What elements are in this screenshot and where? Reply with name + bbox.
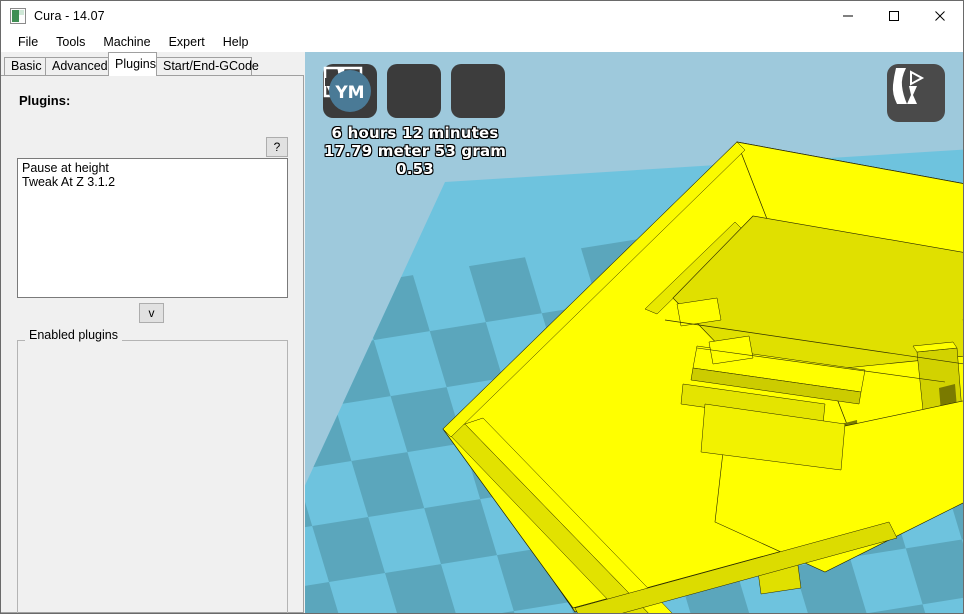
menu-bar: File Tools Machine Expert Help bbox=[1, 31, 963, 52]
minimize-icon bbox=[843, 15, 853, 17]
help-button[interactable]: ? bbox=[266, 137, 288, 157]
settings-tab-strip: Basic Advanced Plugins Start/End-GCode bbox=[1, 52, 304, 76]
stat-material: 17.79 meter 53 gram bbox=[323, 142, 507, 160]
menu-item-tools[interactable]: Tools bbox=[47, 33, 94, 51]
youmagine-button[interactable]: YM bbox=[329, 64, 505, 118]
window-controls bbox=[825, 1, 963, 31]
list-item[interactable]: Tweak At Z 3.1.2 bbox=[20, 175, 287, 189]
enabled-plugins-groupbox bbox=[17, 340, 288, 613]
stat-time: 6 hours 12 minutes bbox=[331, 124, 499, 142]
3d-viewport[interactable]: YM 6 hours 12 minutes 17.79 meter 53 gra… bbox=[305, 52, 963, 613]
cura-app-icon bbox=[10, 8, 26, 24]
youmagine-icon: YM bbox=[329, 70, 371, 112]
menu-item-file[interactable]: File bbox=[9, 33, 47, 51]
title-bar: Cura - 14.07 bbox=[1, 1, 963, 31]
tab-advanced[interactable]: Advanced bbox=[45, 57, 109, 76]
menu-item-help[interactable]: Help bbox=[214, 33, 258, 51]
tab-plugins[interactable]: Plugins bbox=[108, 52, 157, 76]
minimize-button[interactable] bbox=[825, 1, 871, 31]
enabled-plugins-title: Enabled plugins bbox=[25, 328, 122, 342]
tab-start-end-gcode[interactable]: Start/End-GCode bbox=[156, 57, 259, 76]
tab-basic[interactable]: Basic bbox=[4, 57, 46, 76]
close-button[interactable] bbox=[917, 1, 963, 31]
list-item[interactable]: Pause at height bbox=[20, 161, 287, 175]
window-title: Cura - 14.07 bbox=[34, 9, 105, 23]
menu-item-machine[interactable]: Machine bbox=[94, 33, 159, 51]
plugins-heading: Plugins: bbox=[19, 93, 71, 108]
menu-item-expert[interactable]: Expert bbox=[160, 33, 214, 51]
print-stats: 6 hours 12 minutes 17.79 meter 53 gram 0… bbox=[315, 124, 515, 178]
settings-panel: Basic Advanced Plugins Start/End-GCode P… bbox=[1, 52, 304, 613]
viewport-toolbar: YM bbox=[323, 64, 505, 118]
stat-cost: 0.53 bbox=[396, 160, 434, 178]
svg-text:YM: YM bbox=[334, 83, 364, 103]
cura-main-window: Cura - 14.07 File Tools Machine Expert H… bbox=[0, 0, 964, 614]
view-mode-icon bbox=[892, 68, 925, 104]
toolpath-view-button[interactable] bbox=[323, 64, 441, 118]
close-icon bbox=[935, 11, 945, 21]
maximize-icon bbox=[889, 11, 899, 21]
maximize-button[interactable] bbox=[871, 1, 917, 31]
add-plugin-button[interactable]: v bbox=[139, 303, 164, 323]
available-plugins-list[interactable]: Pause at height Tweak At Z 3.1.2 bbox=[17, 158, 288, 298]
view-mode-button[interactable] bbox=[887, 64, 945, 122]
